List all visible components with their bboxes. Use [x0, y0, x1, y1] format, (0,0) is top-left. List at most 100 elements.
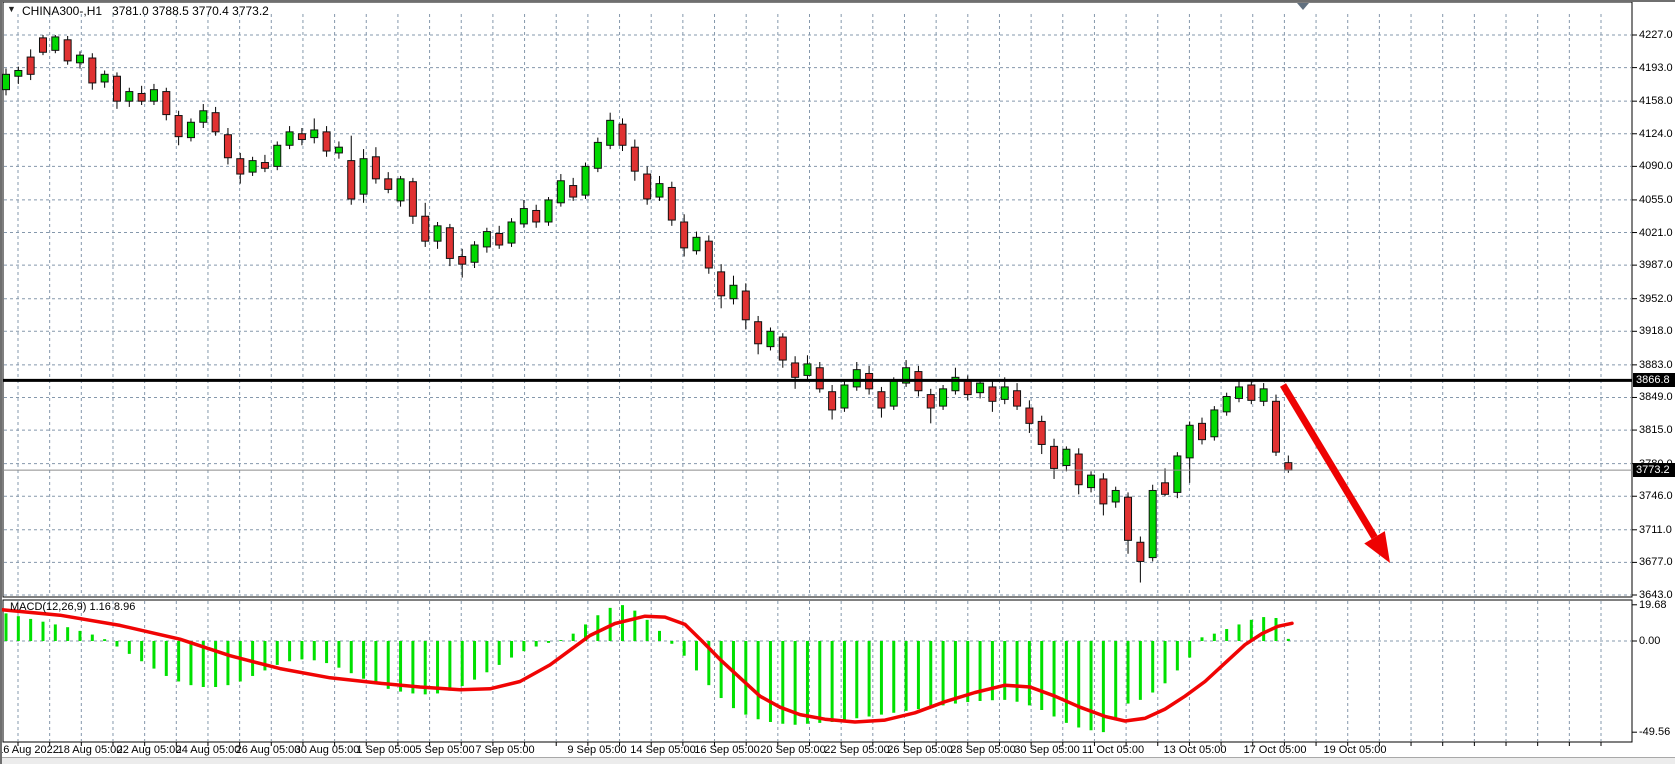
candle: [1063, 449, 1070, 465]
price-axis-label: 3677.0: [1639, 556, 1673, 569]
candle: [311, 130, 318, 138]
price-axis-label: 4193.0: [1639, 62, 1673, 75]
chart-canvas[interactable]: [0, 0, 1675, 764]
candle: [1075, 454, 1082, 485]
candle: [126, 92, 133, 102]
candle: [39, 38, 46, 52]
date-axis-label: 26 Sep 05:00: [887, 744, 952, 756]
candle: [705, 241, 712, 268]
date-axis-label: 16 Sep 05:00: [694, 744, 759, 756]
candle: [533, 210, 540, 222]
candle: [163, 92, 170, 115]
candle: [1125, 497, 1132, 540]
candle: [1236, 387, 1243, 399]
candle: [286, 132, 293, 145]
candle: [718, 272, 725, 296]
candle: [816, 368, 823, 389]
candle: [619, 124, 626, 145]
candle: [446, 228, 453, 259]
candle: [804, 364, 811, 376]
candle: [150, 90, 157, 102]
candle: [1100, 479, 1107, 504]
chart-window: ▼ CHINA300-,H13781.0 3788.5 3770.4 3773.…: [0, 0, 1675, 764]
macd-label: MACD(12,26,9) 1.16 8.96: [10, 601, 135, 613]
candle: [249, 161, 256, 173]
candle: [631, 147, 638, 171]
window-frame-top: [0, 0, 1675, 2]
price-axis-label: 3815.0: [1639, 424, 1673, 437]
candle: [681, 222, 688, 248]
candle: [1137, 542, 1144, 561]
ohlc-values: 3781.0 3788.5 3770.4 3773.2: [112, 4, 269, 18]
candle: [1088, 475, 1095, 487]
candle: [656, 184, 663, 197]
date-axis-label: 28 Sep 05:00: [950, 744, 1015, 756]
candle: [1199, 423, 1206, 439]
window-bottom-strip: [0, 757, 1675, 764]
date-axis-label: 19 Oct 05:00: [1324, 744, 1387, 756]
price-axis-label: 4090.0: [1639, 160, 1673, 173]
date-axis-label: 20 Sep 05:00: [760, 744, 825, 756]
date-axis-label: 13 Oct 05:00: [1164, 744, 1227, 756]
price-axis-label: 3918.0: [1639, 325, 1673, 338]
macd-axis-label: 19.68: [1639, 599, 1667, 612]
candle: [471, 245, 478, 262]
date-axis-label: 16 Aug 2022: [0, 744, 59, 756]
candle: [964, 381, 971, 394]
window-frame-left: [0, 0, 2, 764]
candle: [1186, 425, 1193, 458]
candle: [570, 186, 577, 198]
candle: [853, 370, 860, 387]
candle: [459, 257, 466, 265]
candle: [113, 76, 120, 101]
candle: [496, 233, 503, 245]
price-axis-label: 3746.0: [1639, 490, 1673, 503]
price-axis-label: 4055.0: [1639, 194, 1673, 207]
candle: [422, 216, 429, 241]
symbol-dropdown-icon[interactable]: ▼: [7, 4, 16, 14]
candle: [1051, 446, 1058, 468]
candle: [1260, 389, 1267, 401]
candle: [335, 147, 342, 153]
candle: [89, 58, 96, 83]
date-axis-label: 11 Oct 05:00: [1082, 744, 1144, 756]
candle: [508, 222, 515, 243]
candle: [1248, 385, 1255, 400]
candle: [138, 93, 145, 101]
date-axis-label: 30 Aug 05:00: [295, 744, 360, 756]
candle: [323, 132, 330, 151]
candle: [668, 187, 675, 220]
candle: [1162, 483, 1169, 495]
candle: [520, 209, 527, 224]
macd-axis-label: -49.56: [1639, 726, 1670, 739]
candle: [3, 74, 10, 89]
price-axis-label: 4021.0: [1639, 227, 1673, 240]
candle: [644, 174, 651, 199]
candle: [187, 122, 194, 137]
candle: [890, 381, 897, 406]
candle: [779, 337, 786, 360]
candle: [27, 57, 34, 74]
candle: [989, 387, 996, 401]
candle: [397, 179, 404, 201]
candle: [693, 237, 700, 250]
candle: [261, 163, 268, 169]
candle: [594, 142, 601, 168]
candle: [409, 182, 416, 217]
date-axis-label: 1 Sep 05:00: [356, 744, 415, 756]
candle: [841, 385, 848, 408]
price-axis-label: 4227.0: [1639, 29, 1673, 42]
candle: [1112, 490, 1119, 502]
candle: [792, 363, 799, 377]
candle: [742, 291, 749, 320]
candle: [557, 181, 564, 203]
candle: [1014, 391, 1021, 406]
candle: [878, 392, 885, 408]
price-axis-label: 4124.0: [1639, 128, 1673, 141]
candle: [927, 395, 934, 408]
candle: [545, 200, 552, 222]
candle: [607, 120, 614, 145]
candle: [1001, 387, 1008, 399]
candle: [52, 37, 59, 50]
price-axis-label: 4158.0: [1639, 95, 1673, 108]
